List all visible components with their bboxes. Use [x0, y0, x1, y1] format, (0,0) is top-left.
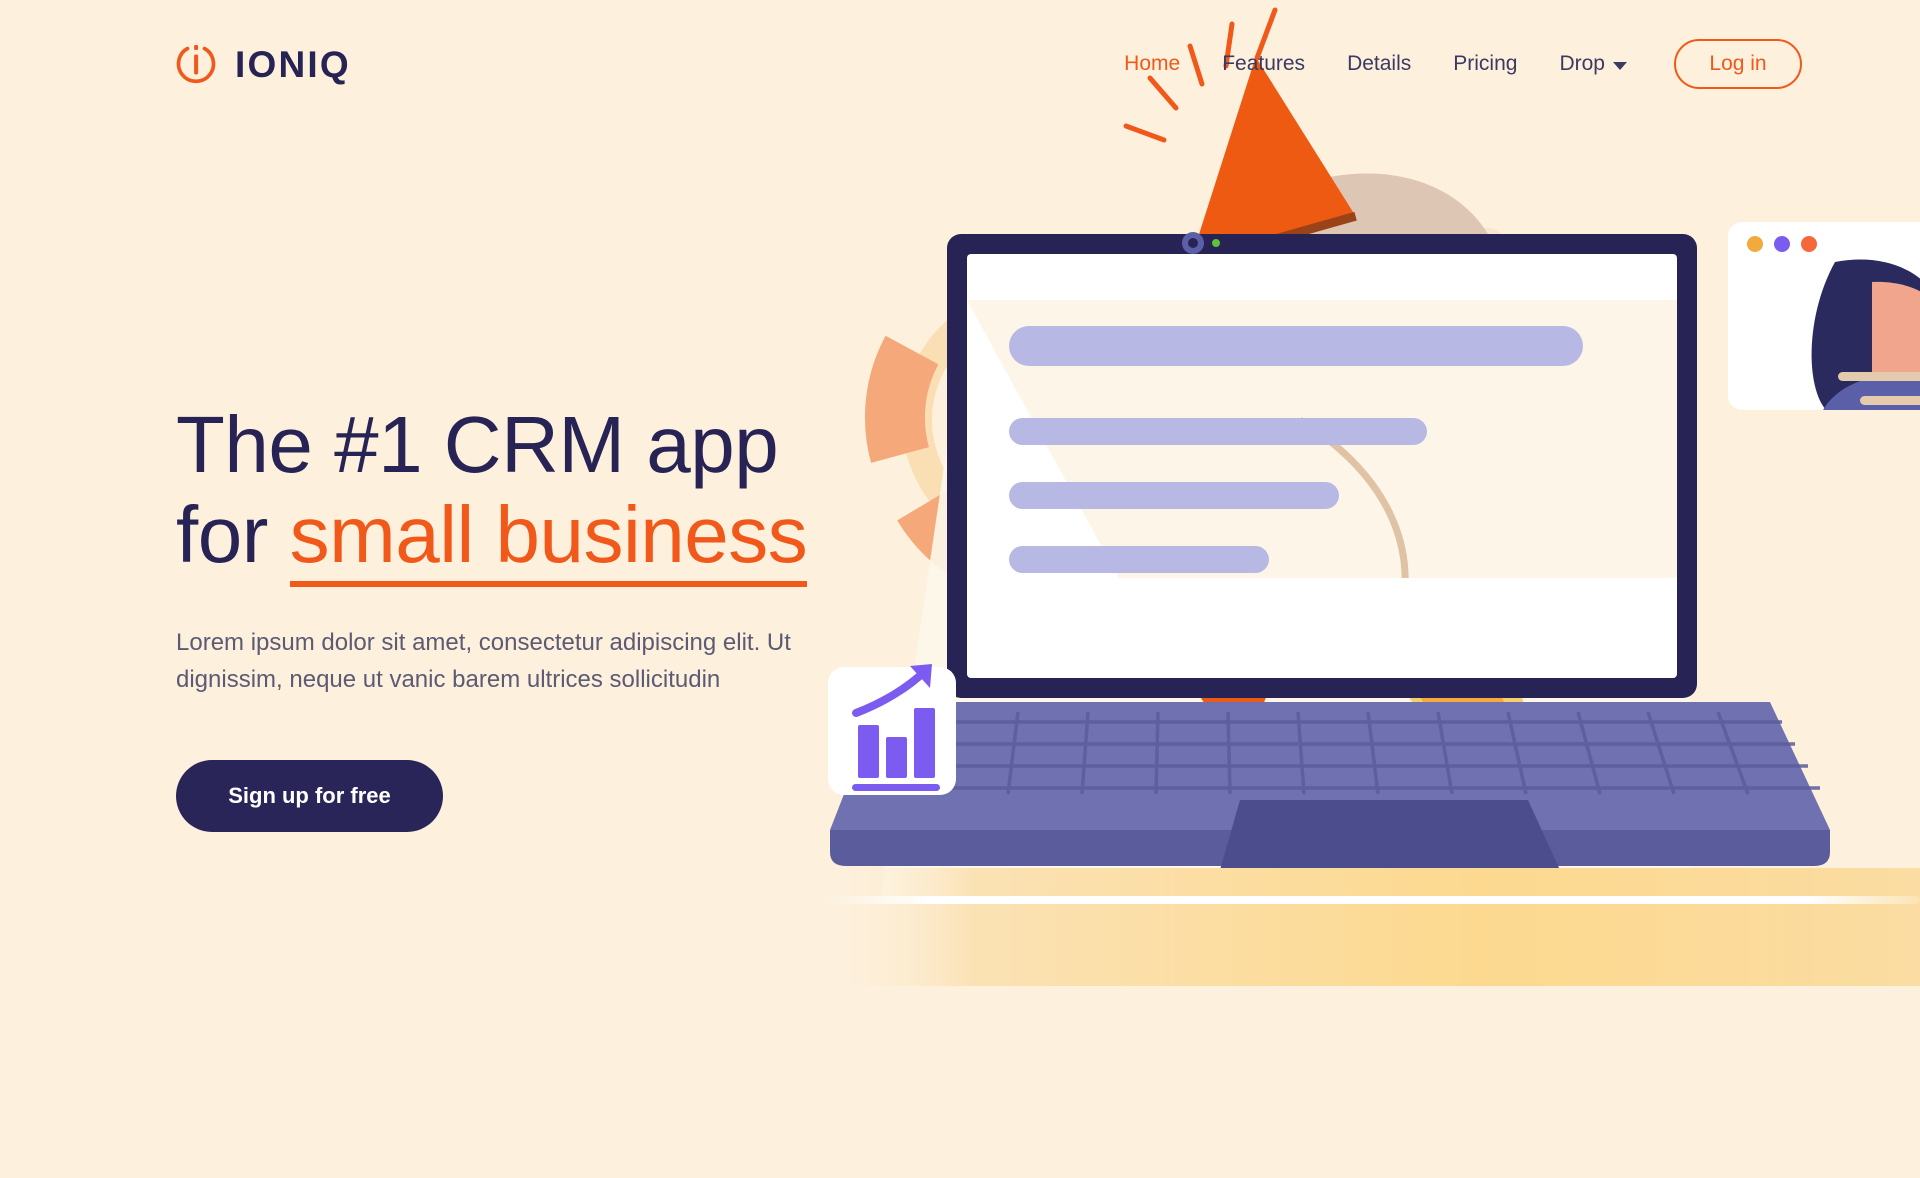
headline-accent: small business	[289, 490, 808, 588]
headline-line-1: The #1 CRM app	[176, 400, 779, 489]
nav-link-pricing[interactable]: Pricing	[1432, 52, 1538, 76]
nav-item-features: Features	[1201, 52, 1326, 76]
hero-subtitle: Lorem ipsum dolor sit amet, consectetur …	[176, 628, 791, 693]
signup-button[interactable]: Sign up for free	[176, 760, 443, 833]
nav-link-home[interactable]: Home	[1103, 52, 1201, 76]
screen-content-lines	[1009, 326, 1583, 573]
nav-item-details: Details	[1326, 52, 1432, 76]
nav-link-drop-label: Drop	[1559, 52, 1605, 75]
window-dot-purple	[1774, 236, 1790, 252]
nav-item-login: Log in	[1648, 39, 1802, 89]
brand-logo[interactable]: IONIQ	[174, 42, 351, 86]
nav-item-pricing: Pricing	[1432, 52, 1538, 76]
landing-page: IONIQ Home Features Details Pricing Drop	[0, 0, 1920, 1178]
window-dot-orange	[1801, 236, 1817, 252]
profile-card	[1728, 222, 1920, 410]
headline-line-2-prefix: for	[176, 490, 290, 580]
nav-link-drop[interactable]: Drop	[1538, 52, 1648, 76]
gear-decoration	[1368, 228, 1602, 462]
nav-link-features[interactable]: Features	[1201, 52, 1326, 76]
chevron-down-icon	[1613, 62, 1627, 70]
nav-item-drop: Drop	[1538, 52, 1648, 76]
laptop-illustration	[830, 232, 1830, 870]
woman-avatar	[1811, 259, 1920, 410]
nav-item-home: Home	[1103, 52, 1201, 76]
nav-link-details[interactable]: Details	[1326, 52, 1432, 76]
login-button[interactable]: Log in	[1674, 39, 1802, 89]
page-title: The #1 CRM app for small business	[176, 400, 956, 588]
main-navbar: IONIQ Home Features Details Pricing Drop	[0, 0, 1920, 128]
brand-name: IONIQ	[235, 43, 351, 85]
hero-illustration	[820, 0, 1920, 1178]
power-i-circle-icon	[174, 42, 218, 86]
hero-content: The #1 CRM app for small business Lorem …	[176, 400, 956, 833]
window-dot-amber	[1747, 236, 1763, 252]
nav-links: Home Features Details Pricing Drop Log i…	[1103, 39, 1802, 89]
desk-shelf	[820, 868, 1920, 986]
